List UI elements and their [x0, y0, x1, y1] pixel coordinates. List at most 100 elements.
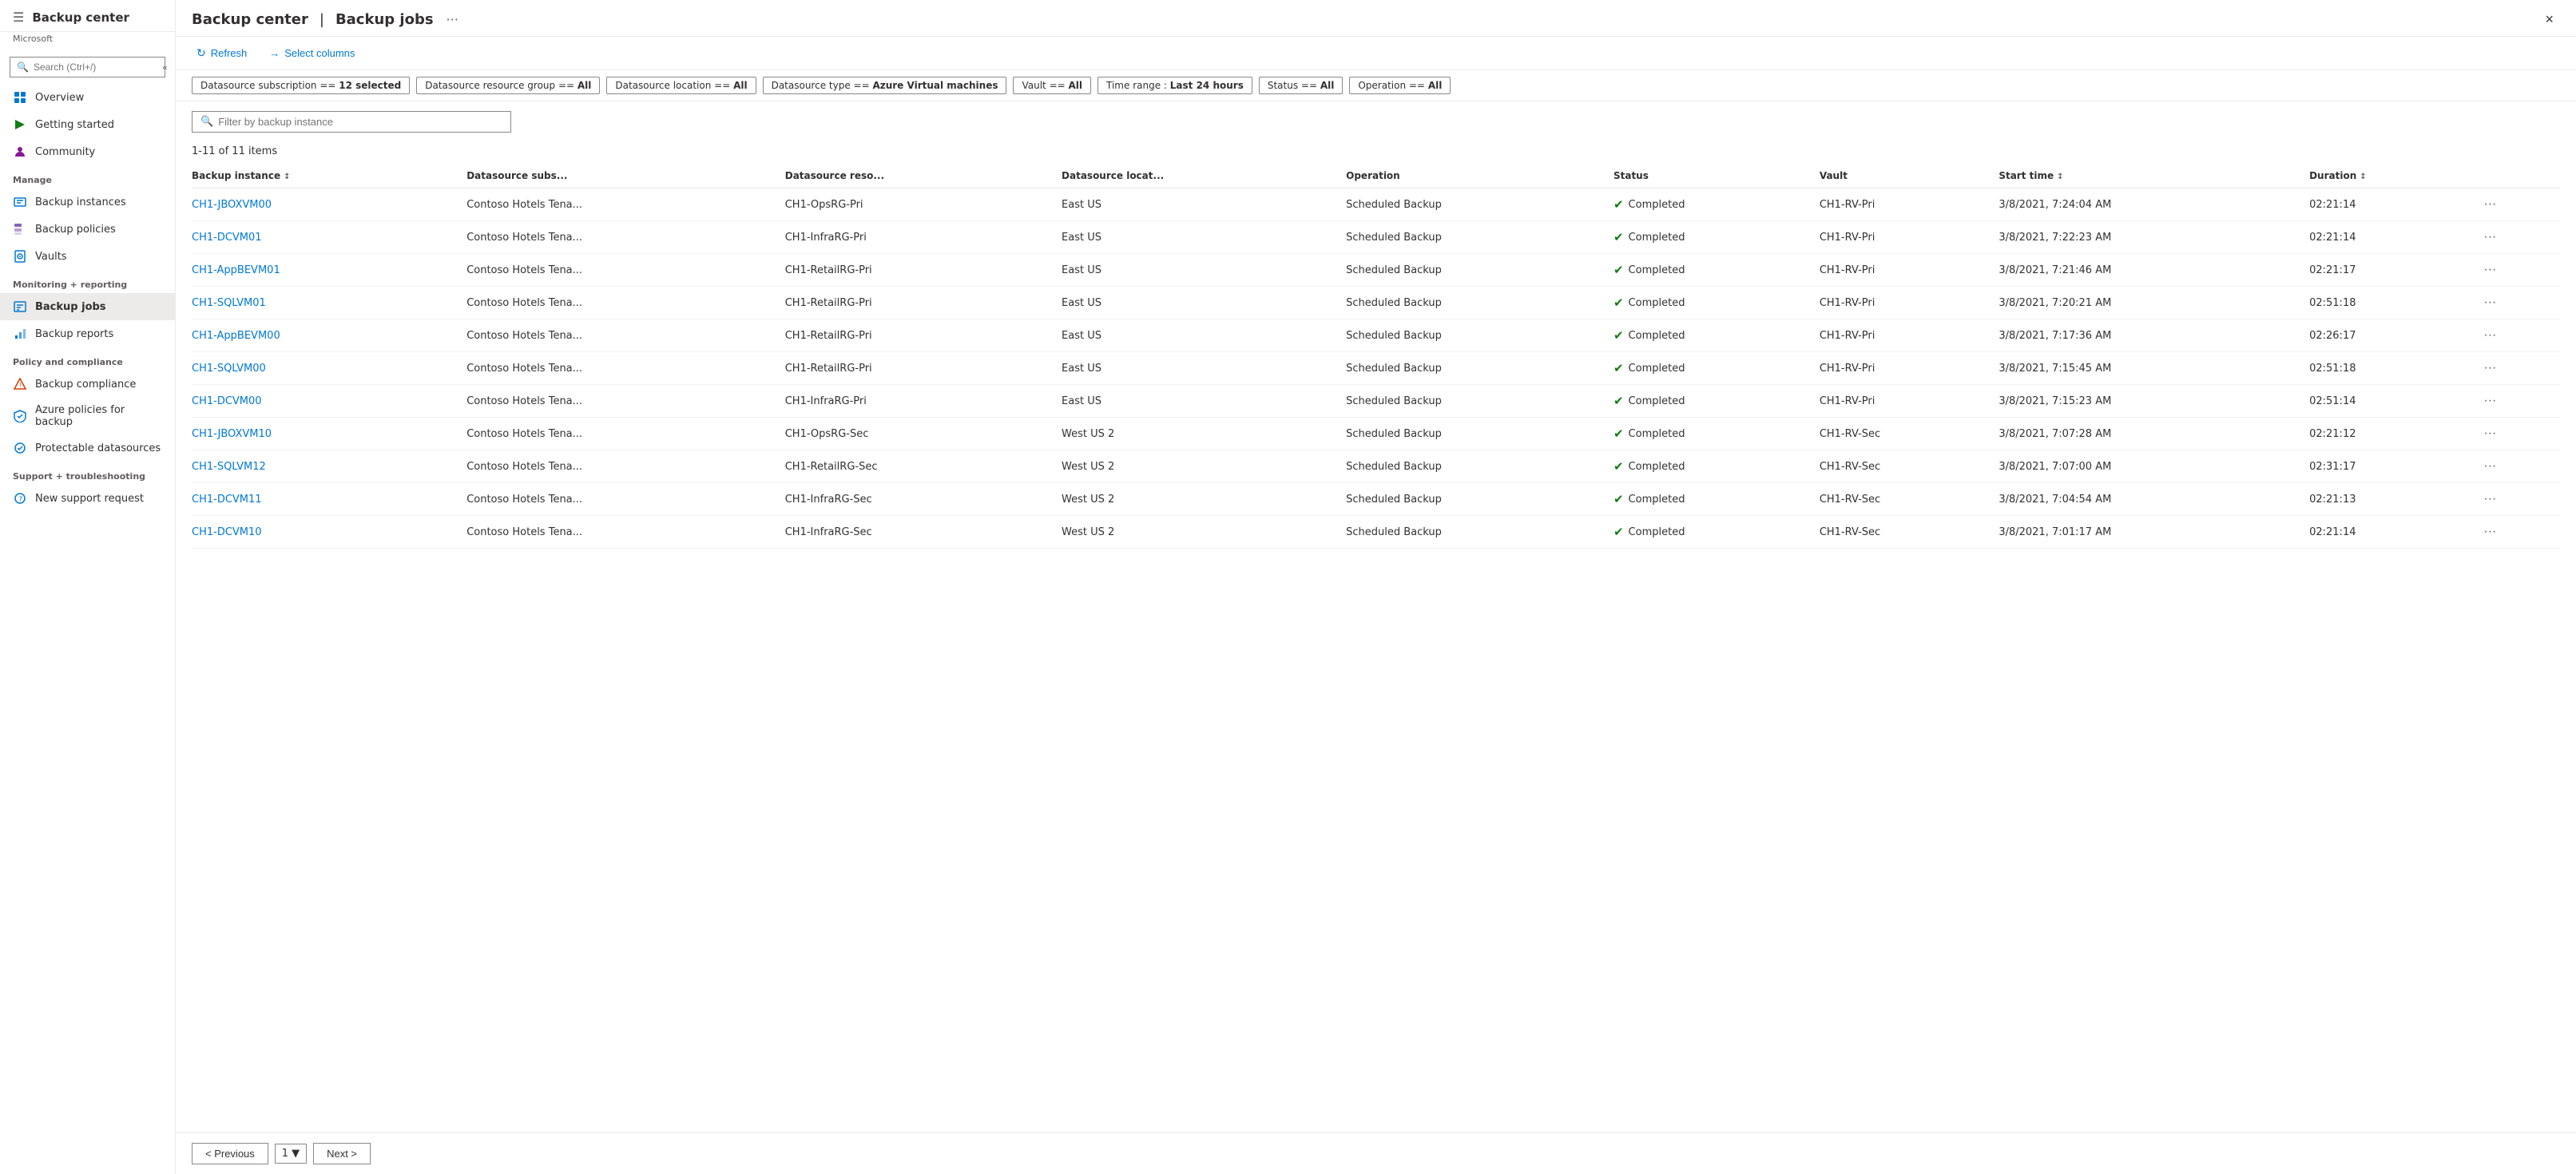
sidebar-item-label: Community [35, 146, 95, 158]
filter-chip-datasource-type[interactable]: Datasource type == Azure Virtual machine… [763, 77, 1007, 94]
status-completed-icon: ✔ [1613, 230, 1624, 244]
filter-chip-datasource-resource-group[interactable]: Datasource resource group == All [416, 77, 600, 94]
cell-datasource-locat: West US 2 [1062, 483, 1346, 516]
chevron-down-icon: ▼ [292, 1148, 300, 1160]
sidebar-item-vaults[interactable]: Vaults [0, 243, 175, 270]
title-bar-left: Backup center | Backup jobs ··· [192, 11, 458, 28]
filter-chip-datasource-location[interactable]: Datasource location == All [606, 77, 756, 94]
sidebar-item-backup-instances[interactable]: Backup instances [0, 188, 175, 216]
title-bar: Backup center | Backup jobs ··· × [176, 0, 2576, 37]
sidebar-item-getting-started[interactable]: Getting started [0, 111, 175, 138]
status-completed-icon: ✔ [1613, 361, 1624, 375]
filter-chip-status[interactable]: Status == All [1259, 77, 1344, 94]
cell-vault: CH1-RV-Pri [1820, 188, 1999, 221]
filter-chip-time-range[interactable]: Time range : Last 24 hours [1097, 77, 1252, 94]
row-menu-button[interactable]: ··· [2479, 523, 2501, 541]
status-text: Completed [1629, 461, 1685, 473]
row-menu-button[interactable]: ··· [2479, 458, 2501, 475]
cell-vault: CH1-RV-Pri [1820, 352, 1999, 385]
table-row: CH1-SQLVM00Contoso Hotels Tena...CH1-Ret… [192, 352, 2560, 385]
filter-chip-datasource-subscription[interactable]: Datasource subscription == 12 selected [192, 77, 410, 94]
th-datasource-reso: Datasource reso... [785, 164, 1062, 188]
th-backup-instance[interactable]: Backup instance↕ [192, 164, 466, 188]
status-text: Completed [1629, 297, 1685, 309]
status-completed-icon: ✔ [1613, 328, 1624, 343]
row-menu-button[interactable]: ··· [2479, 294, 2501, 311]
sidebar-item-backup-compliance[interactable]: ! Backup compliance [0, 371, 175, 398]
backup-reports-icon [13, 327, 27, 341]
row-menu-button[interactable]: ··· [2479, 392, 2501, 410]
status-text: Completed [1629, 494, 1685, 506]
filter-value: All [1069, 80, 1083, 91]
filter-chip-vault[interactable]: Vault == All [1013, 77, 1091, 94]
col-label: Datasource reso... [785, 170, 884, 181]
filter-value: Last 24 hours [1170, 80, 1244, 91]
search-input[interactable] [34, 61, 157, 73]
cell-datasource-subs: Contoso Hotels Tena... [466, 385, 785, 418]
page-select[interactable]: 1 ▼ [275, 1144, 307, 1164]
filter-label: Time range : Last 24 hours [1106, 80, 1244, 91]
cell-vault: CH1-RV-Pri [1820, 385, 1999, 418]
cell-datasource-subs: Contoso Hotels Tena... [466, 287, 785, 319]
sidebar-item-protectable[interactable]: Protectable datasources [0, 434, 175, 462]
sidebar-item-backup-jobs[interactable]: Backup jobs [0, 293, 175, 320]
search-box[interactable]: 🔍 « [10, 57, 165, 77]
pagination: < Previous 1 ▼ Next > [176, 1132, 2576, 1174]
filter-chip-operation[interactable]: Operation == All [1349, 77, 1451, 94]
th-start-time[interactable]: Start time↕ [1998, 164, 2309, 188]
select-columns-button[interactable]: → Select columns [264, 44, 359, 62]
row-menu-button[interactable]: ··· [2479, 228, 2501, 246]
previous-button[interactable]: < Previous [192, 1143, 268, 1164]
hamburger-icon[interactable]: ☰ [13, 10, 24, 25]
row-menu-button[interactable]: ··· [2479, 327, 2501, 344]
cell-backup-instance: CH1-DCVM11 [192, 483, 466, 516]
cell-start-time: 3/8/2021, 7:07:00 AM [1998, 450, 2309, 483]
cell-operation: Scheduled Backup [1346, 418, 1613, 450]
th-duration[interactable]: Duration↕ [2309, 164, 2479, 188]
sidebar-item-backup-policies[interactable]: Backup policies [0, 216, 175, 243]
filter-label: Datasource location == All [615, 80, 747, 91]
backup-instance-filter-input[interactable] [218, 116, 502, 128]
more-icon[interactable]: ··· [447, 12, 458, 27]
close-button[interactable]: × [2538, 8, 2560, 31]
cell-status: ✔Completed [1613, 221, 1820, 254]
table-row: CH1-AppBEVM01Contoso Hotels Tena...CH1-R… [192, 254, 2560, 287]
jobs-table: Backup instance↕Datasource subs...Dataso… [192, 164, 2560, 549]
sidebar-item-azure-policies[interactable]: Azure policies for backup [0, 398, 175, 434]
sidebar-item-backup-reports[interactable]: Backup reports [0, 320, 175, 347]
cell-datasource-reso: CH1-InfraRG-Sec [785, 516, 1062, 549]
refresh-button[interactable]: ↻ Refresh [192, 43, 252, 63]
backup-compliance-icon: ! [13, 377, 27, 391]
sidebar-item-label: Backup compliance [35, 379, 136, 391]
row-menu-button[interactable]: ··· [2479, 196, 2501, 213]
next-button[interactable]: Next > [313, 1143, 371, 1164]
cell-datasource-reso: CH1-RetailRG-Sec [785, 450, 1062, 483]
cell-backup-instance: CH1-DCVM01 [192, 221, 466, 254]
cell-vault: CH1-RV-Sec [1820, 483, 1999, 516]
sidebar-item-community[interactable]: Community [0, 138, 175, 165]
arrow-icon: → [269, 47, 280, 59]
cell-status: ✔ Completed [1613, 287, 1820, 319]
collapse-icon[interactable]: « [162, 62, 168, 73]
cell-backup-instance: CH1-SQLVM12 [192, 450, 466, 483]
sidebar-item-new-support[interactable]: ?New support request [0, 485, 175, 512]
row-menu-button[interactable]: ··· [2479, 490, 2501, 508]
filter-value: All [578, 80, 592, 91]
row-menu-button[interactable]: ··· [2479, 261, 2501, 279]
sidebar-item-label: Overview [35, 92, 84, 104]
cell-duration: 02:51:18 [2309, 352, 2479, 385]
cell-actions: ··· [2479, 516, 2560, 549]
row-menu-button[interactable]: ··· [2479, 359, 2501, 377]
table-row: CH1-JBOXVM10Contoso Hotels Tena...CH1-Op… [192, 418, 2560, 450]
status-completed-icon: ✔ [1613, 295, 1624, 310]
filter-value: Azure Virtual machines [872, 80, 998, 91]
table-body: CH1-JBOXVM00Contoso Hotels Tena...CH1-Op… [192, 188, 2560, 549]
table-row: CH1-JBOXVM00Contoso Hotels Tena...CH1-Op… [192, 188, 2560, 221]
cell-status: ✔Completed [1613, 319, 1820, 352]
cell-operation: Scheduled Backup [1346, 450, 1613, 483]
row-menu-button[interactable]: ··· [2479, 425, 2501, 442]
section-label-monitoring-+-reporting: Monitoring + reporting [0, 270, 175, 293]
filter-bar: Datasource subscription == 12 selected Da… [176, 70, 2576, 101]
sidebar-item-overview[interactable]: Overview [0, 84, 175, 111]
search-filter[interactable]: 🔍 [192, 111, 511, 133]
